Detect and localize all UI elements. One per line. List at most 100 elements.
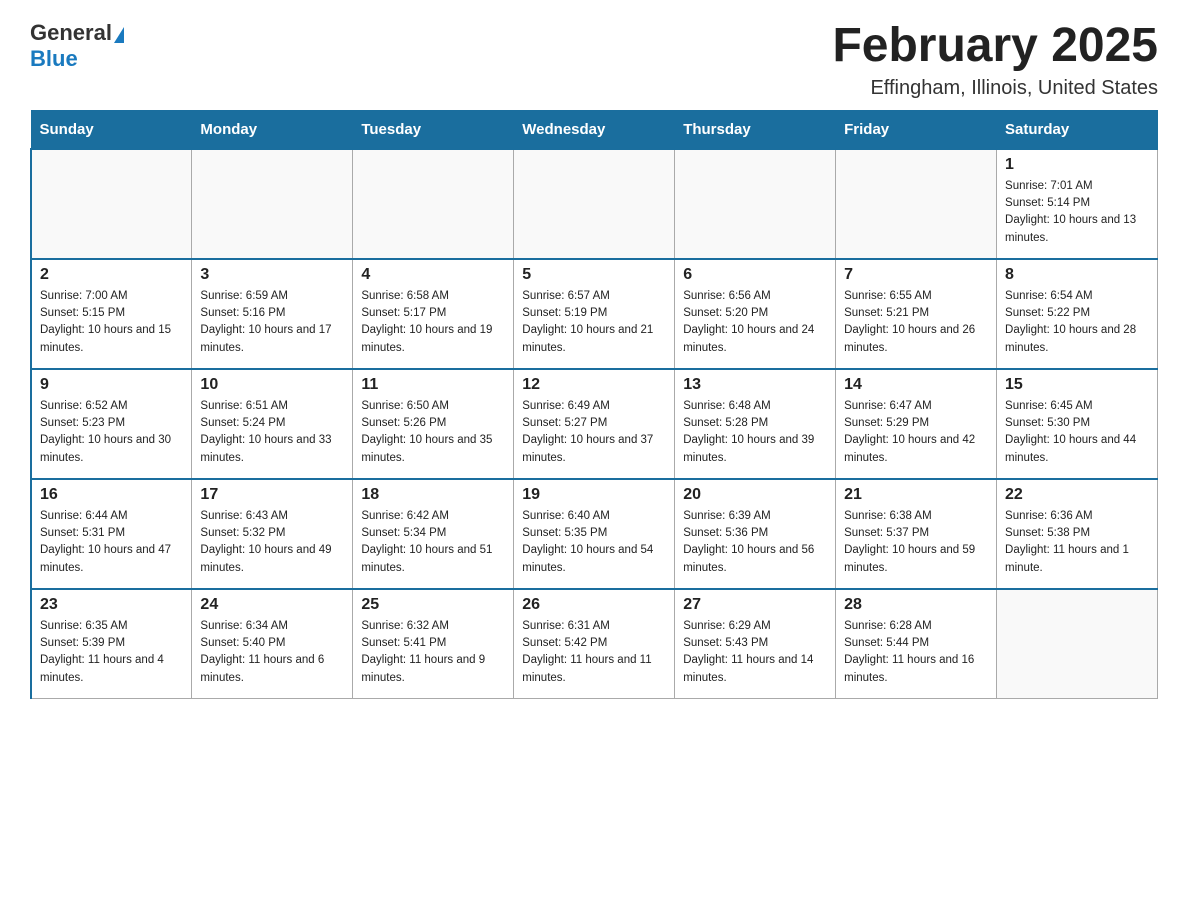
day-info: Sunrise: 7:00 AM Sunset: 5:15 PM Dayligh… [40, 288, 183, 357]
calendar-cell: 3 Sunrise: 6:59 AM Sunset: 5:16 PM Daylig… [192, 259, 353, 369]
calendar-cell: 21Sunrise: 6:38 AM Sunset: 5:37 PM Dayli… [836, 479, 997, 589]
page-header: General Blue February 2025 Effingham, Il… [30, 20, 1158, 100]
logo: General Blue [30, 20, 124, 72]
day-info: Sunrise: 6:29 AM Sunset: 5:43 PM Dayligh… [683, 618, 827, 687]
calendar-header-friday: Friday [836, 110, 997, 149]
day-number: 12 [522, 376, 666, 394]
calendar-header-saturday: Saturday [997, 110, 1158, 149]
calendar-cell: 8 Sunrise: 6:54 AM Sunset: 5:22 PM Daylig… [997, 259, 1158, 369]
calendar-cell [192, 149, 353, 259]
calendar-week-row: 2 Sunrise: 7:00 AM Sunset: 5:15 PM Daylig… [31, 259, 1158, 369]
calendar-cell: 9 Sunrise: 6:52 AM Sunset: 5:23 PM Daylig… [31, 369, 192, 479]
calendar-cell: 1 Sunrise: 7:01 AM Sunset: 5:14 PM Daylig… [997, 149, 1158, 259]
day-number: 23 [40, 596, 183, 614]
logo-blue: Blue [30, 46, 78, 72]
day-number: 25 [361, 596, 505, 614]
calendar-cell [514, 149, 675, 259]
calendar-cell: 20 Sunrise: 6:39 AM Sunset: 5:36 PM Dayli… [675, 479, 836, 589]
calendar-cell: 27 Sunrise: 6:29 AM Sunset: 5:43 PM Dayli… [675, 589, 836, 699]
calendar-cell: 14Sunrise: 6:47 AM Sunset: 5:29 PM Dayli… [836, 369, 997, 479]
calendar-cell: 5Sunrise: 6:57 AM Sunset: 5:19 PM Daylig… [514, 259, 675, 369]
day-number: 2 [40, 266, 183, 284]
day-info: Sunrise: 6:45 AM Sunset: 5:30 PM Dayligh… [1005, 398, 1149, 467]
calendar-week-row: 23 Sunrise: 6:35 AM Sunset: 5:39 PM Dayli… [31, 589, 1158, 699]
day-number: 15 [1005, 376, 1149, 394]
day-number: 6 [683, 266, 827, 284]
calendar-header-monday: Monday [192, 110, 353, 149]
day-info: Sunrise: 6:52 AM Sunset: 5:23 PM Dayligh… [40, 398, 183, 467]
day-info: Sunrise: 6:40 AM Sunset: 5:35 PM Dayligh… [522, 508, 666, 577]
day-number: 19 [522, 486, 666, 504]
calendar-cell [836, 149, 997, 259]
calendar-header-tuesday: Tuesday [353, 110, 514, 149]
day-info: Sunrise: 7:01 AM Sunset: 5:14 PM Dayligh… [1005, 178, 1149, 247]
calendar-cell: 10 Sunrise: 6:51 AM Sunset: 5:24 PM Dayli… [192, 369, 353, 479]
day-info: Sunrise: 6:44 AM Sunset: 5:31 PM Dayligh… [40, 508, 183, 577]
day-info: Sunrise: 6:31 AM Sunset: 5:42 PM Dayligh… [522, 618, 666, 687]
title-block: February 2025 Effingham, Illinois, Unite… [832, 20, 1158, 100]
day-number: 1 [1005, 156, 1149, 174]
day-number: 20 [683, 486, 827, 504]
calendar-cell: 15 Sunrise: 6:45 AM Sunset: 5:30 PM Dayli… [997, 369, 1158, 479]
calendar-cell: 4 Sunrise: 6:58 AM Sunset: 5:17 PM Daylig… [353, 259, 514, 369]
day-number: 8 [1005, 266, 1149, 284]
calendar-cell: 11Sunrise: 6:50 AM Sunset: 5:26 PM Dayli… [353, 369, 514, 479]
calendar-week-row: 16 Sunrise: 6:44 AM Sunset: 5:31 PM Dayli… [31, 479, 1158, 589]
day-info: Sunrise: 6:35 AM Sunset: 5:39 PM Dayligh… [40, 618, 183, 687]
day-info: Sunrise: 6:39 AM Sunset: 5:36 PM Dayligh… [683, 508, 827, 577]
calendar-cell [353, 149, 514, 259]
calendar-cell [675, 149, 836, 259]
day-number: 4 [361, 266, 505, 284]
day-number: 18 [361, 486, 505, 504]
calendar-cell: 17Sunrise: 6:43 AM Sunset: 5:32 PM Dayli… [192, 479, 353, 589]
location: Effingham, Illinois, United States [832, 77, 1158, 100]
day-info: Sunrise: 6:57 AM Sunset: 5:19 PM Dayligh… [522, 288, 666, 357]
day-info: Sunrise: 6:56 AM Sunset: 5:20 PM Dayligh… [683, 288, 827, 357]
day-info: Sunrise: 6:48 AM Sunset: 5:28 PM Dayligh… [683, 398, 827, 467]
day-info: Sunrise: 6:43 AM Sunset: 5:32 PM Dayligh… [200, 508, 344, 577]
day-info: Sunrise: 6:49 AM Sunset: 5:27 PM Dayligh… [522, 398, 666, 467]
calendar-cell: 12 Sunrise: 6:49 AM Sunset: 5:27 PM Dayli… [514, 369, 675, 479]
day-number: 26 [522, 596, 666, 614]
day-number: 7 [844, 266, 988, 284]
day-number: 24 [200, 596, 344, 614]
month-title: February 2025 [832, 20, 1158, 73]
day-number: 9 [40, 376, 183, 394]
day-info: Sunrise: 6:47 AM Sunset: 5:29 PM Dayligh… [844, 398, 988, 467]
calendar-header-sunday: Sunday [31, 110, 192, 149]
day-info: Sunrise: 6:59 AM Sunset: 5:16 PM Dayligh… [200, 288, 344, 357]
day-info: Sunrise: 6:54 AM Sunset: 5:22 PM Dayligh… [1005, 288, 1149, 357]
calendar-cell: 2 Sunrise: 7:00 AM Sunset: 5:15 PM Daylig… [31, 259, 192, 369]
day-number: 27 [683, 596, 827, 614]
logo-general: General [30, 20, 112, 46]
calendar-cell [31, 149, 192, 259]
calendar-cell: 23 Sunrise: 6:35 AM Sunset: 5:39 PM Dayli… [31, 589, 192, 699]
day-number: 3 [200, 266, 344, 284]
day-number: 10 [200, 376, 344, 394]
day-number: 21 [844, 486, 988, 504]
calendar-cell: 16 Sunrise: 6:44 AM Sunset: 5:31 PM Dayli… [31, 479, 192, 589]
calendar-cell: 26 Sunrise: 6:31 AM Sunset: 5:42 PM Dayli… [514, 589, 675, 699]
calendar-cell: 18 Sunrise: 6:42 AM Sunset: 5:34 PM Dayli… [353, 479, 514, 589]
day-info: Sunrise: 6:28 AM Sunset: 5:44 PM Dayligh… [844, 618, 988, 687]
day-number: 11 [361, 376, 505, 394]
day-number: 13 [683, 376, 827, 394]
calendar-cell: 13 Sunrise: 6:48 AM Sunset: 5:28 PM Dayli… [675, 369, 836, 479]
calendar-cell: 28 Sunrise: 6:28 AM Sunset: 5:44 PM Dayli… [836, 589, 997, 699]
calendar-cell: 19 Sunrise: 6:40 AM Sunset: 5:35 PM Dayli… [514, 479, 675, 589]
day-info: Sunrise: 6:51 AM Sunset: 5:24 PM Dayligh… [200, 398, 344, 467]
calendar-cell: 25 Sunrise: 6:32 AM Sunset: 5:41 PM Dayli… [353, 589, 514, 699]
day-number: 16 [40, 486, 183, 504]
day-info: Sunrise: 6:58 AM Sunset: 5:17 PM Dayligh… [361, 288, 505, 357]
day-info: Sunrise: 6:32 AM Sunset: 5:41 PM Dayligh… [361, 618, 505, 687]
day-info: Sunrise: 6:42 AM Sunset: 5:34 PM Dayligh… [361, 508, 505, 577]
calendar: SundayMondayTuesdayWednesdayThursdayFrid… [30, 110, 1158, 700]
calendar-header-thursday: Thursday [675, 110, 836, 149]
calendar-header-row: SundayMondayTuesdayWednesdayThursdayFrid… [31, 110, 1158, 149]
calendar-cell: 24 Sunrise: 6:34 AM Sunset: 5:40 PM Dayli… [192, 589, 353, 699]
calendar-week-row: 1 Sunrise: 7:01 AM Sunset: 5:14 PM Daylig… [31, 149, 1158, 259]
calendar-cell: 6 Sunrise: 6:56 AM Sunset: 5:20 PM Daylig… [675, 259, 836, 369]
day-info: Sunrise: 6:34 AM Sunset: 5:40 PM Dayligh… [200, 618, 344, 687]
day-number: 28 [844, 596, 988, 614]
day-info: Sunrise: 6:36 AM Sunset: 5:38 PM Dayligh… [1005, 508, 1149, 577]
